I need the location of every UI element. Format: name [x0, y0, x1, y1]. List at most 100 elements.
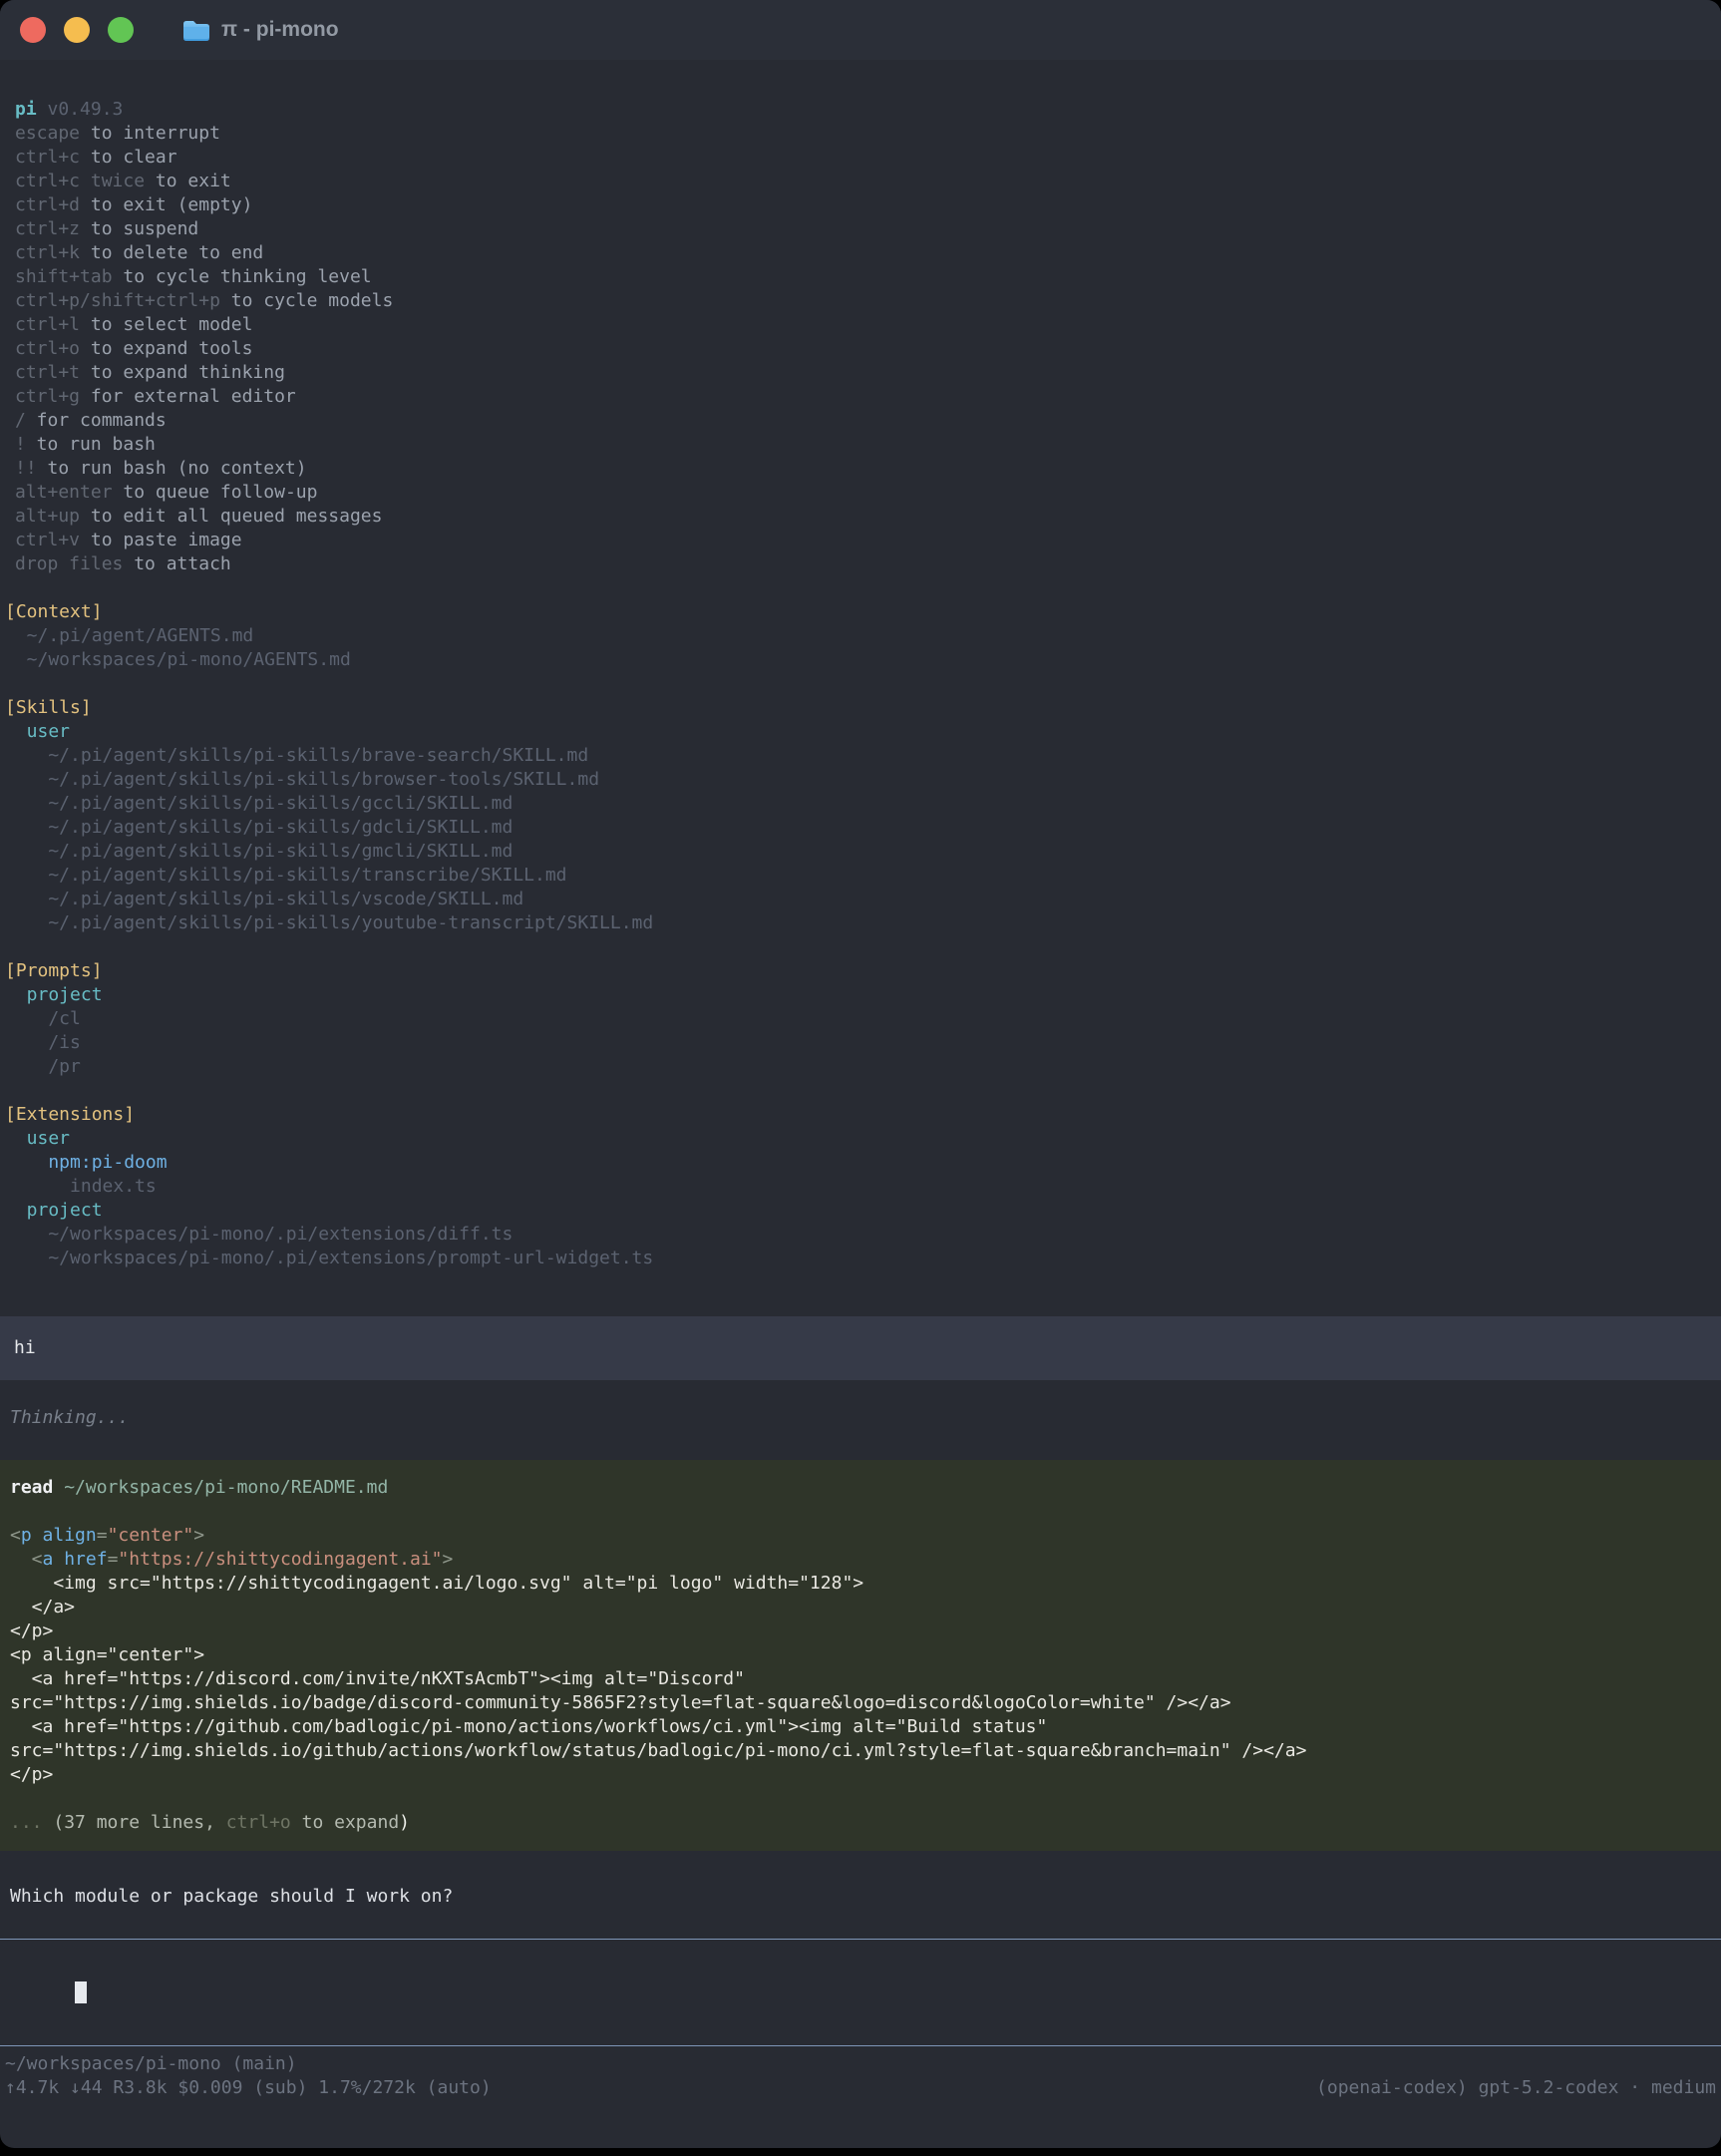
- token: a: [43, 1549, 54, 1570]
- token: drop files: [15, 553, 123, 574]
- token: ~/.pi/agent/skills/pi-skills/gccli/SKILL…: [5, 793, 513, 814]
- terminal-line: ~/workspaces/pi-mono/.pi/extensions/prom…: [5, 1247, 1721, 1270]
- token: ~/.pi/agent/AGENTS.md: [5, 625, 253, 646]
- terminal-line: alt+enter to queue follow-up: [15, 481, 1721, 505]
- token: /is: [5, 1032, 81, 1053]
- terminal-line: src="https://img.shields.io/badge/discor…: [10, 1691, 1711, 1715]
- token: to run bash (no context): [37, 458, 307, 479]
- token: read: [10, 1477, 53, 1498]
- terminal-line: <p align="center">: [10, 1524, 1711, 1548]
- token: [Extensions]: [5, 1104, 135, 1125]
- token: <: [10, 1549, 43, 1570]
- token: ctrl+c: [15, 147, 80, 168]
- terminal-line: ~/.pi/agent/skills/pi-skills/gccli/SKILL…: [5, 792, 1721, 816]
- cli-config-sections: [Context] ~/.pi/agent/AGENTS.md ~/worksp…: [0, 600, 1721, 1270]
- token: ctrl+o: [15, 338, 80, 359]
- token: to delete to end: [80, 242, 263, 263]
- title-bar: π - pi-mono: [0, 0, 1721, 60]
- token: <a href="https://discord.com/invite/nKXT…: [10, 1668, 745, 1689]
- token: to expand tools: [80, 338, 252, 359]
- terminal-line: <a href="https://github.com/badlogic/pi-…: [10, 1715, 1711, 1739]
- token: to run bash: [26, 434, 156, 455]
- terminal-line: user: [5, 720, 1721, 744]
- token: ~/.pi/agent/skills/pi-skills/transcribe/…: [5, 865, 567, 886]
- token: ~/.pi/agent/skills/pi-skills/vscode/SKIL…: [5, 889, 523, 909]
- token: ~/.pi/agent/skills/pi-skills/browser-too…: [5, 769, 599, 790]
- prompt-input[interactable]: [0, 1939, 1721, 2046]
- token: escape: [15, 123, 80, 144]
- zoom-button[interactable]: [108, 17, 134, 43]
- token: <: [10, 1525, 21, 1546]
- token: to expand: [291, 1812, 399, 1833]
- token: ~/.pi/agent/skills/pi-skills/youtube-tra…: [5, 912, 653, 933]
- token: href: [64, 1549, 107, 1570]
- tool-output-box: read ~/workspaces/pi-mono/README.md <p a…: [0, 1460, 1721, 1851]
- terminal-line: </p>: [10, 1763, 1711, 1787]
- terminal-line: /pr: [5, 1055, 1721, 1079]
- token: ): [399, 1812, 410, 1833]
- token: user: [5, 1128, 70, 1149]
- token: /pr: [5, 1056, 81, 1077]
- token: to exit (empty): [80, 194, 252, 215]
- token: for commands: [26, 410, 167, 431]
- cli-header-shortcuts: pi v0.49.3escape to interruptctrl+c to c…: [0, 98, 1721, 576]
- terminal-line: alt+up to edit all queued messages: [15, 505, 1721, 529]
- terminal-line: </p>: [10, 1619, 1711, 1643]
- token: to paste image: [80, 530, 242, 550]
- terminal-line: [5, 935, 1721, 959]
- token: [Skills]: [5, 697, 92, 718]
- minimize-button[interactable]: [64, 17, 90, 43]
- terminal-line: [5, 1079, 1721, 1103]
- terminal-line: ... (37 more lines, ctrl+o to expand): [10, 1811, 1711, 1835]
- token: ctrl+g: [15, 386, 80, 407]
- terminal-line: src="https://img.shields.io/github/actio…: [10, 1739, 1711, 1763]
- token: ~/workspaces/pi-mono/.pi/extensions/prom…: [5, 1248, 653, 1268]
- token: /: [15, 410, 26, 431]
- terminal-line: ~/.pi/agent/skills/pi-skills/gmcli/SKILL…: [5, 840, 1721, 864]
- terminal-line: <img src="https://shittycodingagent.ai/l…: [10, 1572, 1711, 1596]
- token: ~/workspaces/pi-mono/AGENTS.md: [5, 649, 351, 670]
- status-bar: ~/workspaces/pi-mono (main) ↑4.7k ↓44 R3…: [0, 2052, 1721, 2100]
- token: [Prompts]: [5, 960, 103, 981]
- token: ~/.pi/agent/skills/pi-skills/gdcli/SKILL…: [5, 817, 513, 838]
- user-message-text: hi: [14, 1336, 1707, 1360]
- status-model: (openai-codex) gpt-5.2-codex · medium: [1316, 2076, 1716, 2100]
- token: ctrl+p/shift+ctrl+p: [15, 290, 220, 311]
- token: ctrl+t: [15, 362, 80, 383]
- terminal-line: ctrl+d to exit (empty): [15, 193, 1721, 217]
- token: <a href="https://github.com/badlogic/pi-…: [10, 1716, 1047, 1737]
- terminal-line: <p align="center">: [10, 1643, 1711, 1667]
- token: =: [97, 1525, 108, 1546]
- terminal-line: ctrl+l to select model: [15, 313, 1721, 337]
- terminal-line: ctrl+k to delete to end: [15, 241, 1721, 265]
- token: ctrl+k: [15, 242, 80, 263]
- token: ~/.pi/agent/skills/pi-skills/gmcli/SKILL…: [5, 841, 513, 862]
- terminal-line: ctrl+p/shift+ctrl+p to cycle models: [15, 289, 1721, 313]
- token: !: [15, 434, 26, 455]
- token: user: [5, 721, 70, 742]
- folder-icon: [181, 18, 211, 43]
- terminal-line: shift+tab to cycle thinking level: [15, 265, 1721, 289]
- terminal-line: escape to interrupt: [15, 122, 1721, 146]
- token: ctrl+z: [15, 218, 80, 239]
- token: src="https://img.shields.io/github/actio…: [10, 1740, 1306, 1761]
- terminal-line: <a href="https://discord.com/invite/nKXT…: [10, 1667, 1711, 1691]
- terminal-line: ctrl+c twice to exit: [15, 170, 1721, 193]
- close-button[interactable]: [20, 17, 46, 43]
- terminal-line: drop files to attach: [15, 552, 1721, 576]
- token: to cycle models: [220, 290, 393, 311]
- terminal-line: [10, 1500, 1711, 1524]
- token: </p>: [10, 1620, 53, 1641]
- token: align: [43, 1525, 97, 1546]
- token: shift+tab: [15, 266, 113, 287]
- terminal-line: index.ts: [5, 1175, 1721, 1199]
- token: to interrupt: [80, 123, 220, 144]
- token: to edit all queued messages: [80, 506, 382, 527]
- terminal-line: ctrl+t to expand thinking: [15, 361, 1721, 385]
- terminal-line: ! to run bash: [15, 433, 1721, 457]
- status-token-stats: ↑4.7k ↓44 R3.8k $0.009 (sub) 1.7%/272k (…: [5, 2076, 492, 2100]
- terminal-line: ~/.pi/agent/AGENTS.md: [5, 624, 1721, 648]
- token: </a>: [10, 1597, 75, 1617]
- token: to exit: [145, 171, 231, 191]
- token: <img src="https://shittycodingagent.ai/l…: [10, 1573, 863, 1594]
